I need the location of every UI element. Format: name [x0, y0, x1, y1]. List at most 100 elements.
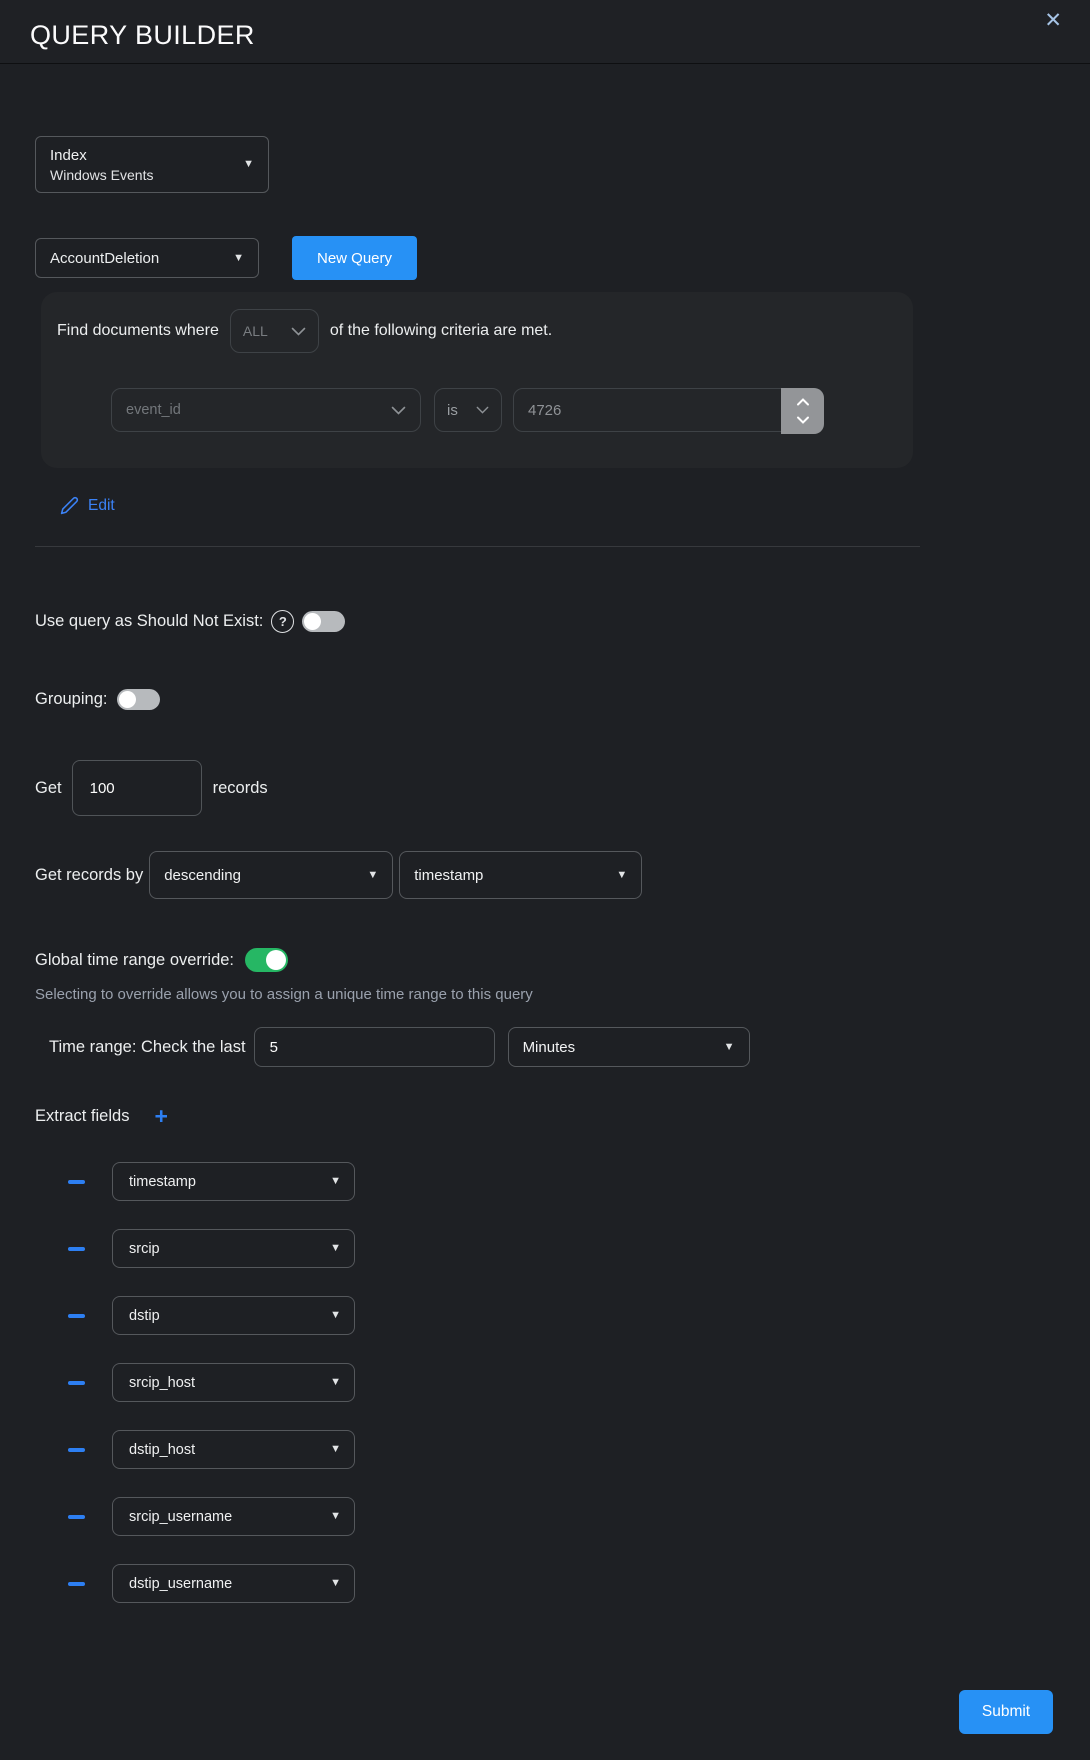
query-row: AccountDeletion ▼ New Query [35, 236, 1055, 280]
extract-field-select[interactable]: timestamp ▼ [112, 1162, 355, 1201]
extract-field-select[interactable]: srcip ▼ [112, 1229, 355, 1268]
order-field-select[interactable]: timestamp ▼ [399, 851, 642, 899]
time-range-amount-input[interactable] [255, 1028, 494, 1066]
close-icon[interactable]: ✕ [1042, 8, 1064, 33]
extract-field-row: srcip_host ▼ [35, 1363, 1055, 1402]
order-direction-select[interactable]: descending ▼ [149, 851, 393, 899]
remove-field-button[interactable] [68, 1374, 85, 1392]
toggle-knob [304, 613, 321, 630]
order-row: Get records by descending ▼ timestamp ▼ [35, 851, 1055, 899]
time-range-amount-field [254, 1027, 495, 1067]
record-count-prefix: Get [35, 779, 62, 798]
record-count-input[interactable] [73, 761, 201, 815]
extract-field-select[interactable]: dstip_host ▼ [112, 1430, 355, 1469]
extract-field-value: dstip_username [129, 1576, 232, 1592]
extract-field-value: timestamp [129, 1174, 196, 1190]
minus-icon [68, 1381, 85, 1385]
criteria-operator-select[interactable]: is [434, 388, 502, 432]
modal-body: Index Windows Events ▼ AccountDeletion ▼… [0, 136, 1090, 1603]
grouping-toggle[interactable] [117, 689, 160, 710]
remove-field-button[interactable] [68, 1173, 85, 1191]
caret-down-icon: ▼ [243, 159, 254, 170]
extract-field-select[interactable]: srcip_username ▼ [112, 1497, 355, 1536]
index-select[interactable]: Index Windows Events ▼ [35, 136, 269, 193]
extract-field-row: dstip_host ▼ [35, 1430, 1055, 1469]
criteria-suffix: of the following criteria are met. [330, 322, 552, 340]
extract-field-row: timestamp ▼ [35, 1162, 1055, 1201]
spinner-down-icon[interactable] [796, 416, 810, 424]
time-override-toggle[interactable] [245, 948, 288, 972]
extract-field-value: dstip [129, 1308, 160, 1324]
minus-icon [68, 1247, 85, 1251]
criteria-rule-row: event_id is [111, 388, 897, 432]
extract-field-select[interactable]: dstip_username ▼ [112, 1564, 355, 1603]
extract-field-row: srcip ▼ [35, 1229, 1055, 1268]
index-select-value: Windows Events [50, 167, 153, 183]
remove-field-button[interactable] [68, 1508, 85, 1526]
caret-down-icon: ▼ [616, 870, 627, 881]
remove-field-button[interactable] [68, 1307, 85, 1325]
extract-field-select[interactable]: srcip_host ▼ [112, 1363, 355, 1402]
minus-icon [68, 1180, 85, 1184]
extract-fields-header: Extract fields + [35, 1105, 1055, 1128]
saved-query-select[interactable]: AccountDeletion ▼ [35, 238, 259, 278]
extract-field-select[interactable]: dstip ▼ [112, 1296, 355, 1335]
time-override-row: Global time range override: [35, 948, 1055, 972]
submit-button[interactable]: Submit [959, 1690, 1053, 1734]
order-field-value: timestamp [414, 867, 483, 884]
extract-fields-label: Extract fields [35, 1107, 129, 1126]
minus-icon [68, 1448, 85, 1452]
grouping-row: Grouping: [35, 689, 1055, 710]
caret-down-icon: ▼ [367, 870, 378, 881]
caret-down-icon: ▼ [330, 1444, 341, 1455]
criteria-value-input[interactable] [514, 401, 764, 420]
remove-field-button[interactable] [68, 1575, 85, 1593]
caret-down-icon: ▼ [330, 1377, 341, 1388]
time-range-unit-value: Minutes [523, 1039, 576, 1056]
modal-header: QUERY BUILDER ✕ [0, 0, 1090, 64]
should-not-exist-row: Use query as Should Not Exist: ? [35, 610, 1055, 633]
time-range-unit-select[interactable]: Minutes ▼ [508, 1027, 750, 1067]
criteria-field-value: event_id [126, 402, 181, 418]
should-not-exist-toggle[interactable] [302, 611, 345, 632]
help-icon[interactable]: ? [271, 610, 294, 633]
add-field-button[interactable]: + [154, 1105, 167, 1128]
extract-field-value: srcip_host [129, 1375, 195, 1391]
criteria-operator-value: is [447, 402, 458, 419]
caret-down-icon: ▼ [330, 1176, 341, 1187]
order-direction-value: descending [164, 867, 241, 884]
criteria-panel: Find documents where ALL of the followin… [41, 292, 913, 468]
caret-down-icon: ▼ [233, 253, 244, 264]
edit-link[interactable]: Edit [60, 496, 115, 515]
match-type-value: ALL [243, 323, 268, 339]
number-spinner[interactable] [781, 388, 824, 434]
should-not-exist-label: Use query as Should Not Exist: [35, 612, 263, 631]
record-count-row: Get records [35, 760, 1055, 816]
time-override-description: Selecting to override allows you to assi… [35, 986, 1055, 1003]
extract-fields-list: timestamp ▼ srcip ▼ dstip ▼ [35, 1162, 1055, 1603]
criteria-field-select[interactable]: event_id [111, 388, 421, 432]
caret-down-icon: ▼ [724, 1042, 735, 1053]
toggle-knob [266, 950, 286, 970]
remove-field-button[interactable] [68, 1240, 85, 1258]
new-query-button[interactable]: New Query [292, 236, 417, 280]
criteria-prefix: Find documents where [57, 322, 219, 340]
extract-field-row: dstip_username ▼ [35, 1564, 1055, 1603]
section-divider [35, 546, 920, 547]
record-count-suffix: records [213, 779, 268, 798]
index-select-text: Index Windows Events [50, 147, 153, 183]
extract-field-value: srcip [129, 1241, 160, 1257]
minus-icon [68, 1515, 85, 1519]
minus-icon [68, 1582, 85, 1586]
criteria-value-field [513, 388, 824, 432]
match-type-select[interactable]: ALL [230, 309, 319, 353]
modal-title: QUERY BUILDER [30, 12, 255, 51]
time-override-label: Global time range override: [35, 951, 234, 970]
minus-icon [68, 1314, 85, 1318]
extract-field-row: srcip_username ▼ [35, 1497, 1055, 1536]
spinner-up-icon[interactable] [796, 398, 810, 406]
caret-down-icon: ▼ [330, 1310, 341, 1321]
remove-field-button[interactable] [68, 1441, 85, 1459]
query-builder-modal: QUERY BUILDER ✕ Index Windows Events ▼ A… [0, 0, 1090, 1760]
caret-down-icon: ▼ [330, 1243, 341, 1254]
